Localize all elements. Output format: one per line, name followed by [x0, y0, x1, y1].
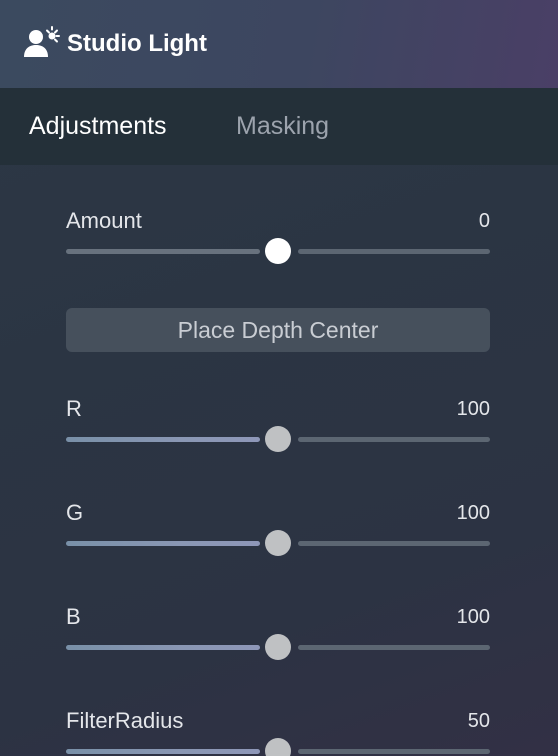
- amount-control: Amount 0: [66, 208, 490, 268]
- g-slider-thumb[interactable]: [265, 530, 291, 556]
- b-control: B 100: [66, 604, 490, 664]
- person-light-icon: [24, 26, 60, 57]
- r-value: 100: [456, 398, 490, 420]
- panel-header: Studio Light: [0, 0, 558, 88]
- filter-radius-slider-track-right[interactable]: [298, 749, 490, 754]
- r-slider-track-right[interactable]: [298, 437, 490, 442]
- tab-bar: Adjustments Masking: [0, 88, 558, 165]
- r-control: R 100: [66, 396, 490, 456]
- b-slider-track-left[interactable]: [66, 645, 260, 650]
- amount-slider-track-left[interactable]: [66, 249, 260, 254]
- g-slider-track-right[interactable]: [298, 541, 490, 546]
- b-value: 100: [456, 606, 490, 628]
- g-slider-track-left[interactable]: [66, 541, 260, 546]
- filter-radius-label: FilterRadius: [66, 708, 184, 733]
- r-label: R: [66, 396, 82, 421]
- filter-radius-control: FilterRadius 50: [66, 708, 490, 756]
- amount-slider-track-right[interactable]: [298, 249, 490, 254]
- r-slider-track-left[interactable]: [66, 437, 260, 442]
- filter-radius-value: 50: [467, 710, 490, 732]
- g-control: G 100: [66, 500, 490, 560]
- g-value: 100: [456, 502, 490, 524]
- tab-masking[interactable]: Masking: [236, 111, 329, 141]
- amount-label: Amount: [66, 208, 142, 233]
- b-slider-thumb[interactable]: [265, 634, 291, 660]
- tab-adjustments[interactable]: Adjustments: [29, 111, 167, 141]
- r-slider-thumb[interactable]: [265, 426, 291, 452]
- g-label: G: [66, 500, 84, 525]
- filter-radius-slider-track-left[interactable]: [66, 749, 260, 754]
- amount-value: 0: [478, 210, 490, 232]
- filter-radius-slider-thumb[interactable]: [265, 738, 291, 756]
- place-depth-center-button[interactable]: Place Depth Center: [66, 308, 490, 352]
- amount-slider-thumb[interactable]: [265, 238, 291, 264]
- panel-title: Studio Light: [67, 30, 207, 57]
- b-label: B: [66, 604, 81, 629]
- b-slider-track-right[interactable]: [298, 645, 490, 650]
